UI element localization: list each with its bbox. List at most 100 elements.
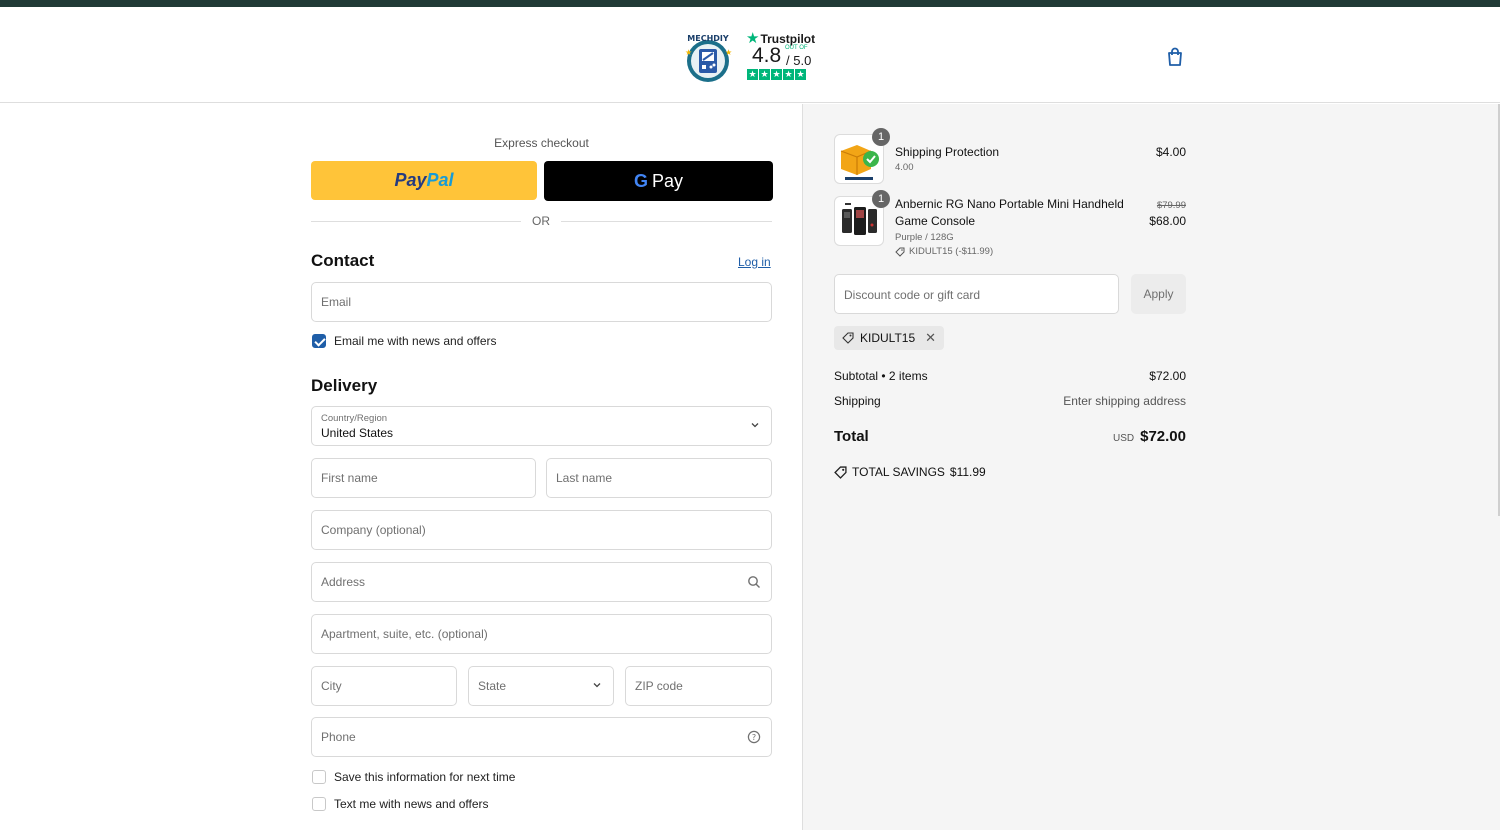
- trustpilot-out-of-label: OUT OF: [785, 45, 808, 51]
- zip-placeholder: ZIP code: [635, 679, 683, 693]
- google-pay-label: Pay: [651, 170, 684, 191]
- email-placeholder: Email: [321, 295, 352, 309]
- google-g-icon: G: [633, 170, 648, 191]
- email-field[interactable]: Email: [311, 282, 772, 322]
- item-subtext: 4.00: [895, 162, 914, 173]
- subtotal-row: Subtotal • 2 items $72.00: [834, 369, 1186, 383]
- discount-placeholder: Discount code or gift card: [844, 288, 981, 302]
- first-name-field[interactable]: First name: [311, 458, 536, 498]
- country-select[interactable]: Country/Region United States: [311, 406, 772, 446]
- company-field[interactable]: Company (optional): [311, 510, 772, 550]
- subtotal-value: $72.00: [1149, 369, 1186, 383]
- site-header: MECHDIY ★ ★ ★Trustpilot 4.8 OUT OF / 5.0…: [0, 7, 1500, 103]
- item-old-price: $79.99: [1156, 200, 1186, 211]
- quantity-badge: 1: [872, 190, 890, 208]
- svg-text:?: ?: [752, 733, 756, 742]
- country-label: Country/Region: [321, 413, 388, 424]
- total-amount: USD $72.00: [1113, 428, 1186, 445]
- login-link[interactable]: Log in: [738, 255, 771, 269]
- item-price: $4.00: [1155, 145, 1186, 159]
- text-me-label: Text me with news and offers: [334, 797, 489, 811]
- paypal-logo-pal: Pal: [426, 170, 454, 190]
- svg-text:★: ★: [725, 48, 732, 57]
- paypal-button[interactable]: Pay Pal: [311, 161, 537, 200]
- trustpilot-out-of: / 5.0: [786, 53, 812, 68]
- total-label: Total: [834, 428, 869, 445]
- savings-value: $11.99: [949, 465, 986, 479]
- country-value: United States: [321, 426, 394, 440]
- express-checkout-label: Express checkout: [494, 136, 589, 150]
- svg-text:★: ★: [685, 48, 692, 57]
- shipping-row: Shipping Enter shipping address: [834, 394, 1186, 408]
- tag-icon: [895, 247, 905, 257]
- tag-icon: [842, 332, 854, 344]
- tag-icon: [834, 465, 847, 479]
- applied-discount-chip: KIDULT15 ✕: [834, 326, 945, 350]
- trustpilot-stars: ★ ★ ★ ★ ★: [747, 69, 806, 80]
- checkout-form-column: Express checkout Pay Pal G Pay OR Contact…: [0, 104, 802, 830]
- chevron-down-icon: [751, 423, 759, 428]
- star-icon: ★: [759, 69, 770, 80]
- address-field[interactable]: Address: [311, 562, 772, 602]
- checkbox-unchecked-icon[interactable]: [312, 770, 326, 784]
- apply-button[interactable]: Apply: [1131, 274, 1186, 314]
- google-pay-button[interactable]: G Pay: [544, 161, 773, 201]
- shopping-bag-icon[interactable]: [1166, 47, 1184, 67]
- state-placeholder: State: [478, 679, 507, 693]
- subtotal-label: Subtotal • 2 items: [834, 369, 928, 383]
- save-info-checkbox[interactable]: Save this information for next time: [312, 770, 515, 784]
- checkbox-checked-icon[interactable]: [312, 334, 326, 348]
- checkbox-unchecked-icon[interactable]: [312, 797, 326, 811]
- top-accent-bar: [0, 0, 1500, 7]
- state-select[interactable]: State: [468, 666, 614, 706]
- order-summary-column: 1 Shipping Protection 4.00 $4.00 1 Anber…: [802, 104, 1500, 830]
- or-divider-label: OR: [521, 214, 561, 228]
- savings-label: TOTAL SAVINGS: [852, 465, 945, 479]
- address-placeholder: Address: [321, 575, 366, 589]
- item-variant: Purple / 128G: [895, 232, 954, 243]
- contact-heading: Contact: [311, 251, 375, 270]
- city-placeholder: City: [321, 679, 342, 693]
- applied-code: KIDULT15: [860, 331, 916, 345]
- star-icon: ★: [783, 69, 794, 80]
- shipping-label: Shipping: [834, 394, 881, 408]
- trustpilot-score: 4.8: [752, 44, 782, 67]
- total-value: $72.00: [1140, 428, 1186, 445]
- order-item: 1 Anbernic RG Nano Portable Mini Handhel…: [834, 190, 1186, 260]
- svg-text:MECHDIY: MECHDIY: [687, 34, 729, 43]
- item-discount: KIDULT15 (-$11.99): [895, 246, 993, 257]
- shipping-value: Enter shipping address: [1063, 394, 1186, 408]
- zip-field[interactable]: ZIP code: [625, 666, 772, 706]
- search-icon[interactable]: [747, 575, 761, 589]
- company-placeholder: Company (optional): [321, 523, 426, 537]
- phone-placeholder: Phone: [321, 730, 356, 744]
- star-icon: ★: [795, 69, 806, 80]
- star-icon: ★: [771, 69, 782, 80]
- remove-discount-icon[interactable]: ✕: [925, 330, 936, 346]
- delivery-heading: Delivery: [311, 376, 378, 395]
- phone-field[interactable]: Phone ?: [311, 717, 772, 757]
- total-currency: USD: [1112, 433, 1135, 444]
- email-news-checkbox[interactable]: Email me with news and offers: [312, 334, 497, 348]
- apartment-placeholder: Apartment, suite, etc. (optional): [321, 627, 488, 641]
- help-icon[interactable]: ?: [747, 730, 761, 744]
- save-info-label: Save this information for next time: [334, 770, 516, 784]
- trustpilot-rating[interactable]: ★Trustpilot 4.8 OUT OF / 5.0 ★ ★ ★ ★ ★: [746, 29, 816, 89]
- order-item: 1 Shipping Protection 4.00 $4.00: [834, 128, 1186, 186]
- text-me-checkbox[interactable]: Text me with news and offers: [312, 797, 489, 811]
- total-row: Total USD $72.00: [834, 428, 1186, 445]
- city-field[interactable]: City: [311, 666, 457, 706]
- mechdiy-logo[interactable]: MECHDIY ★ ★: [680, 29, 736, 87]
- apartment-field[interactable]: Apartment, suite, etc. (optional): [311, 614, 772, 654]
- discount-code-field[interactable]: Discount code or gift card: [834, 274, 1119, 314]
- quantity-badge: 1: [872, 128, 890, 146]
- star-icon: ★: [747, 69, 758, 80]
- email-news-label: Email me with news and offers: [334, 334, 497, 348]
- item-price: $68.00: [1149, 214, 1186, 228]
- last-name-placeholder: Last name: [556, 471, 613, 485]
- total-savings: TOTAL SAVINGS $11.99: [834, 465, 986, 479]
- item-name: Shipping Protection: [895, 145, 1000, 159]
- last-name-field[interactable]: Last name: [546, 458, 772, 498]
- item-name: Anbernic RG Nano Portable Mini Handheld …: [895, 197, 1124, 228]
- chevron-down-icon: [593, 683, 601, 688]
